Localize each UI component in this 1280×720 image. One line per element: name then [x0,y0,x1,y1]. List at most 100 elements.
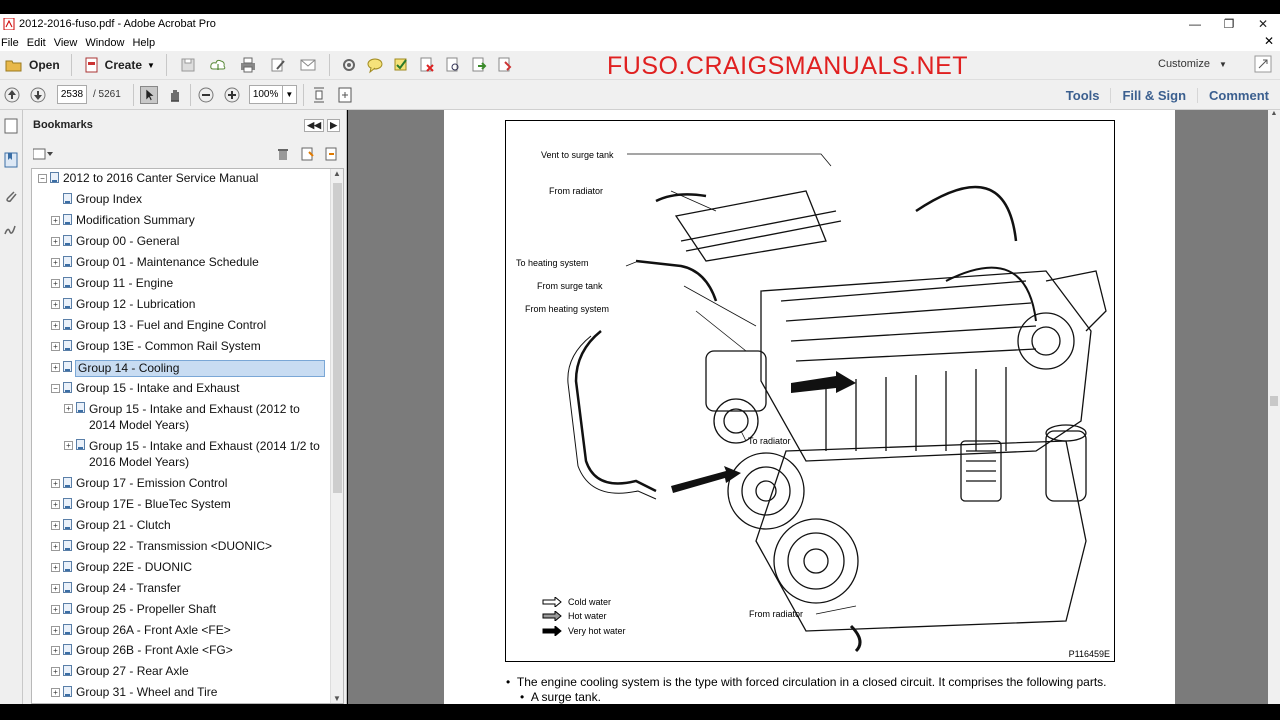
zoom-out-icon[interactable] [197,86,215,104]
bookmark-item[interactable]: + Group 26A - Front Axle <FE> [51,623,231,643]
bookmark-item[interactable]: + Group 13 - Fuel and Engine Control [51,318,266,338]
document-scrollbar[interactable]: ▲ [1268,110,1280,704]
attachment-icon[interactable] [3,188,19,204]
expand-bookmark-icon[interactable] [324,147,338,161]
new-bookmark-icon[interactable] [300,147,314,161]
expand-toggle-icon[interactable]: + [51,237,60,246]
scroll-down-icon[interactable]: ▼ [331,694,343,703]
expand-toggle-icon[interactable]: + [51,500,60,509]
bookmark-item[interactable]: + Group 24 - Transfer [51,581,181,601]
delete-bookmark-icon[interactable] [276,147,290,161]
scroll-thumb[interactable] [333,183,342,493]
expand-toggle-icon[interactable]: + [64,404,73,413]
fill-sign-link[interactable]: Fill & Sign [1110,87,1197,103]
print-icon[interactable] [239,56,257,74]
tree-scrollbar[interactable]: ▲ ▼ [330,169,343,703]
create-button[interactable]: Create ▼ [78,53,160,77]
export-icon[interactable] [470,56,488,74]
edit-icon[interactable] [269,56,287,74]
bookmarks-icon[interactable] [3,152,19,168]
options-icon[interactable] [33,148,53,160]
arrow-up-icon[interactable] [3,86,21,104]
bookmark-item[interactable]: + Modification Summary [51,213,195,233]
menu-edit[interactable]: Edit [26,37,53,49]
bookmark-item[interactable]: + Group 01 - Maintenance Schedule [51,255,259,275]
gear-icon[interactable] [340,56,358,74]
signature-icon[interactable] [3,222,19,238]
document-close-icon[interactable]: ✕ [1264,34,1274,48]
arrow-down-icon[interactable] [29,86,47,104]
expand-toggle-icon[interactable]: + [51,667,60,676]
expand-toggle-icon[interactable]: + [51,342,60,351]
expand-toggle-icon[interactable]: + [51,646,60,655]
zoom-input[interactable]: 100% [248,85,283,104]
expand-toggle-icon[interactable]: + [51,363,60,372]
expand-toggle-icon[interactable]: − [38,174,47,183]
menu-file[interactable]: File [0,37,26,49]
bookmark-item[interactable]: + Group 21 - Clutch [51,518,171,538]
expand-toggle-icon[interactable]: + [51,605,60,614]
zoom-dropdown-icon[interactable]: ▼ [282,85,297,104]
expand-toggle-icon[interactable]: + [64,441,73,450]
page-number-input[interactable]: 2538 [57,85,87,104]
bookmark-item[interactable]: + Group 00 - General [51,234,179,254]
expand-toggle-icon[interactable]: + [51,321,60,330]
expand-toggle-icon[interactable]: + [51,279,60,288]
doc-scroll-up-icon[interactable]: ▲ [1268,110,1280,117]
expand-toggle-icon[interactable]: + [51,584,60,593]
zoom-in-icon[interactable] [223,86,241,104]
expand-toggle-icon[interactable]: + [51,542,60,551]
bookmark-item[interactable]: + Group 27 - Rear Axle [51,664,189,684]
hand-icon[interactable] [166,86,184,104]
tools-link[interactable]: Tools [1055,88,1111,103]
expand-toggle-icon[interactable]: + [51,688,60,697]
stamp-icon[interactable] [496,56,514,74]
expand-toggle-icon[interactable]: + [51,521,60,530]
scroll-up-icon[interactable]: ▲ [331,169,343,178]
bookmark-item[interactable]: + Group 11 - Engine [51,276,173,296]
expand-toggle-icon[interactable]: + [51,216,60,225]
bookmark-item[interactable]: + Group 22E - DUONIC [51,560,192,580]
restore-button[interactable]: ❐ [1212,14,1246,34]
comment-icon[interactable] [366,56,384,74]
open-button[interactable]: Open [0,53,65,77]
bookmark-item[interactable]: + Group 12 - Lubrication [51,297,195,317]
collapse-panel-icon[interactable]: ◀◀ [304,118,325,132]
minimize-button[interactable]: — [1178,14,1212,34]
bookmark-item[interactable]: + Group 22 - Transmission <DUONIC> [51,539,272,559]
expand-toggle-icon[interactable] [51,195,60,204]
bookmark-item[interactable]: + Group 17 - Emission Control [51,476,227,496]
bookmark-item[interactable]: + Group 26B - Front Axle <FG> [51,643,233,663]
bookmark-item[interactable]: + Group 31 - Wheel and Tire [51,685,217,703]
page-thumbnails-icon[interactable] [3,118,19,134]
expand-toggle-icon[interactable]: + [51,626,60,635]
bookmark-item[interactable]: + Group 13E - Common Rail System [51,339,261,359]
menu-help[interactable]: Help [131,37,162,49]
delete-pages-icon[interactable] [418,56,436,74]
bookmark-item[interactable]: + Group 17E - BlueTec System [51,497,231,517]
bookmark-item[interactable]: − Group 15 - Intake and Exhaust [51,381,239,401]
expand-toggle-icon[interactable]: + [51,563,60,572]
bookmark-item[interactable]: + Group 25 - Propeller Shaft [51,602,216,622]
scroll-mode-icon[interactable] [310,86,328,104]
save-icon[interactable] [179,56,197,74]
menu-window[interactable]: Window [84,37,131,49]
bookmark-item[interactable]: Group Index [51,192,142,212]
expand-icon[interactable] [1254,55,1272,73]
cloud-upload-icon[interactable] [209,56,227,74]
expand-toggle-icon[interactable]: + [51,479,60,488]
select-cursor-icon[interactable] [139,85,158,104]
menu-view[interactable]: View [53,37,85,49]
comment-link[interactable]: Comment [1197,87,1280,103]
fit-page-icon[interactable] [336,86,354,104]
highlight-icon[interactable] [392,56,410,74]
customize-dropdown[interactable]: Customize ▼ [1158,58,1227,70]
expand-toggle-icon[interactable]: + [51,300,60,309]
find-page-icon[interactable] [444,56,462,74]
bookmark-item-selected[interactable]: + Group 14 - Cooling [51,360,325,380]
bookmark-item[interactable]: + Group 15 - Intake and Exhaust (2014 1/2… [64,438,329,469]
email-icon[interactable] [299,56,317,74]
expand-toggle-icon[interactable]: − [51,384,60,393]
close-button[interactable]: ✕ [1246,14,1280,34]
doc-scroll-thumb[interactable] [1270,396,1278,406]
